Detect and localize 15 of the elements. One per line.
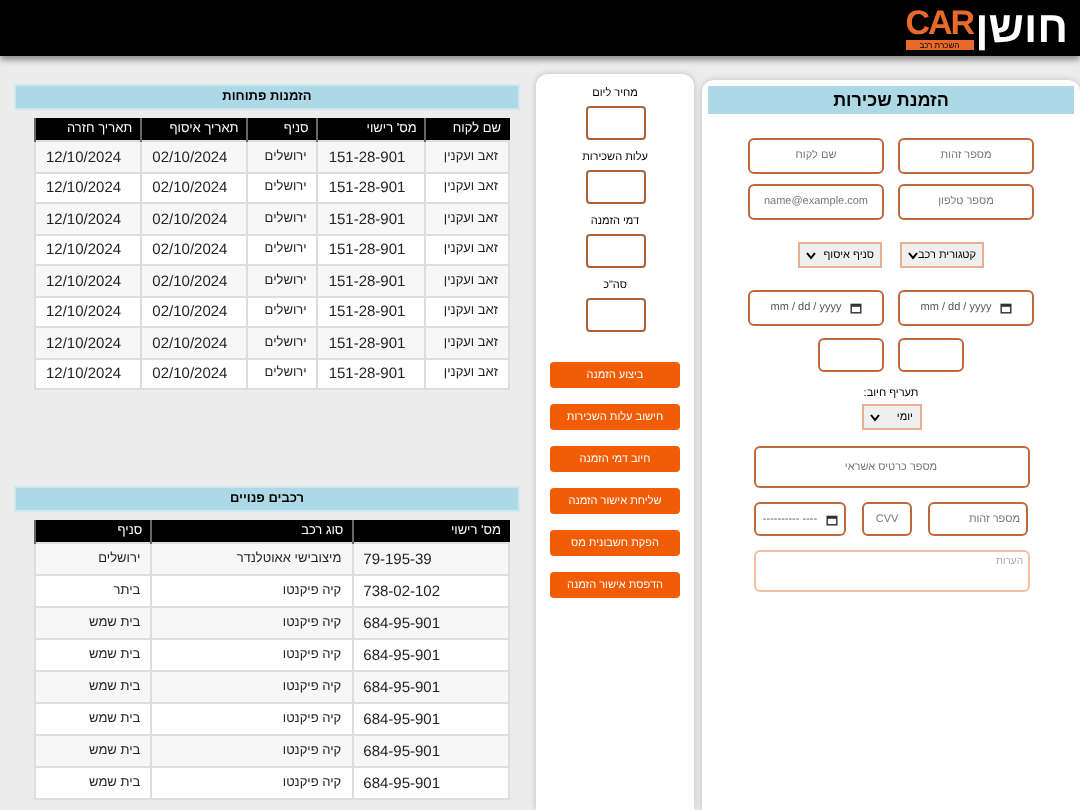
input-field[interactable]	[585, 234, 645, 268]
input-field[interactable]	[585, 170, 645, 204]
calendar-icon	[999, 302, 1012, 314]
caret-icon	[908, 251, 918, 259]
calendar-icon	[849, 302, 862, 314]
caret-icon	[869, 413, 879, 421]
input-field[interactable]	[585, 106, 645, 140]
input-field[interactable]	[818, 338, 884, 372]
logo-accent: CAR	[905, 7, 974, 39]
input-field[interactable]	[585, 298, 645, 332]
form-title: הזמנת שכירות	[708, 86, 1074, 114]
caret-icon	[806, 251, 816, 259]
logo-text: חושן	[975, 6, 1068, 50]
input-field[interactable]	[898, 338, 964, 372]
calendar-icon	[825, 513, 838, 525]
